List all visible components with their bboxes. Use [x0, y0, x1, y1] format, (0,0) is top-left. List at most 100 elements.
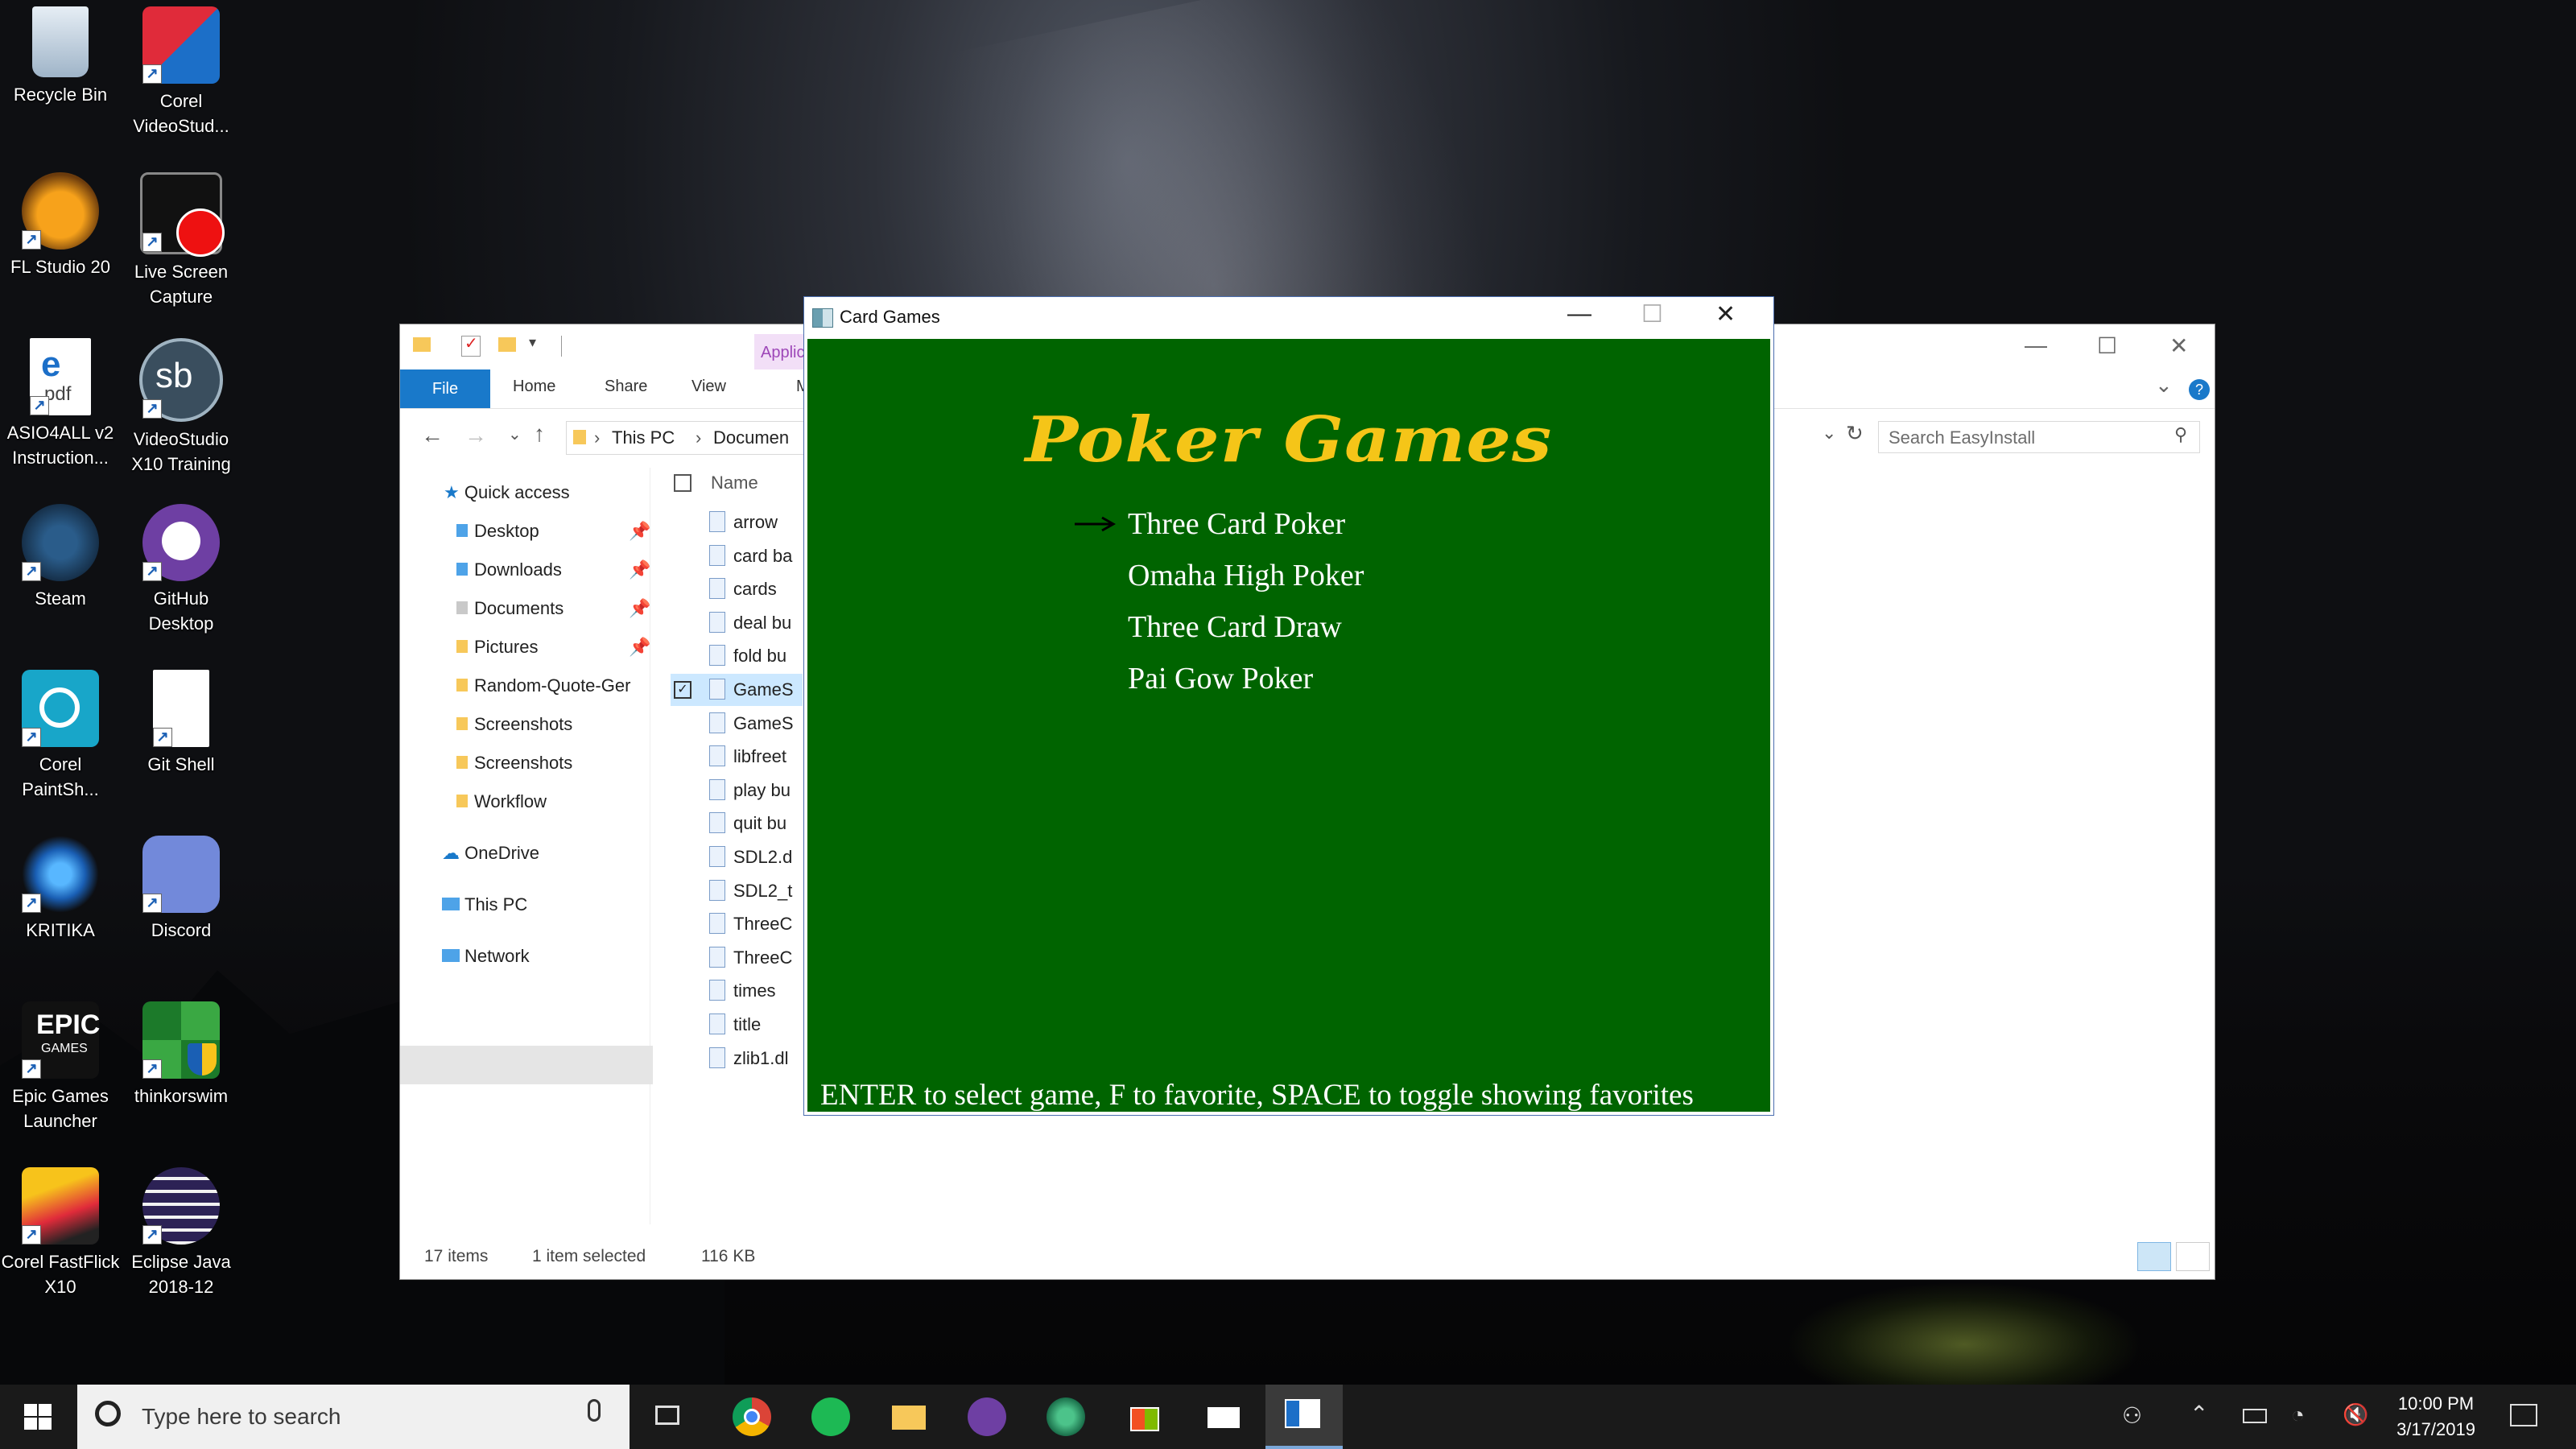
menu-item-three-card-draw[interactable]: Three Card Draw	[1128, 609, 1342, 645]
close-button[interactable]: ✕	[2169, 332, 2188, 359]
file-row[interactable]: SDL2_t	[671, 875, 803, 907]
file-row[interactable]: ✓ GameS	[671, 674, 803, 706]
details-view-icon[interactable]	[2137, 1242, 2171, 1271]
wifi-icon[interactable]: ◔	[2291, 1402, 2305, 1428]
kritika-icon: ↗	[22, 836, 99, 913]
game-maximize-button[interactable]: ☐	[1641, 300, 1663, 328]
file-row[interactable]: deal bu	[671, 607, 803, 639]
desktop-icon-discord[interactable]: ↗ Discord	[121, 836, 242, 943]
nav-item-downloads[interactable]: Downloads 📌	[456, 559, 650, 580]
tab-view[interactable]: View	[691, 378, 726, 396]
atom-like-icon[interactable]	[1046, 1397, 1085, 1436]
refresh-icon[interactable]: ↻	[1846, 421, 1864, 446]
desktop-icon-corel-paintshop[interactable]: ↗ Corel PaintSh...	[0, 670, 121, 802]
taskbar-search[interactable]: Type here to search	[77, 1385, 630, 1449]
file-row[interactable]: times	[671, 975, 803, 1007]
file-row[interactable]: play bu	[671, 774, 803, 807]
store-icon[interactable]	[1125, 1397, 1164, 1436]
game-minimize-button[interactable]: —	[1567, 300, 1591, 328]
nav-item-workflow[interactable]: Workflow	[456, 791, 547, 812]
customize-toolbar-icon[interactable]: ▾	[529, 334, 536, 351]
properties-icon[interactable]: ✓	[461, 335, 481, 357]
file-explorer-icon[interactable]	[889, 1397, 927, 1436]
nav-network[interactable]: Network	[442, 946, 530, 967]
menu-item-three-card-poker[interactable]: Three Card Poker	[1128, 506, 1345, 542]
desktop-icon-fl-studio[interactable]: ↗ FL Studio 20	[0, 172, 121, 279]
volume-muted-icon[interactable]: 🔇	[2343, 1402, 2368, 1427]
file-row[interactable]: quit bu	[671, 807, 803, 840]
clock[interactable]: 10:00 PM 3/17/2019	[2372, 1391, 2500, 1443]
select-all-checkbox[interactable]	[674, 474, 691, 492]
menu-item-pai-gow-poker[interactable]: Pai Gow Poker	[1128, 661, 1313, 696]
row-checkbox[interactable]: ✓	[674, 681, 691, 699]
notifications-icon[interactable]	[2510, 1404, 2537, 1426]
tab-file[interactable]: File	[400, 369, 490, 408]
desktop-icon-kritika[interactable]: ↗ KRITIKA	[0, 836, 121, 943]
file-row[interactable]: ThreeC	[671, 908, 803, 940]
corel-fastflick-icon: ↗	[22, 1167, 99, 1245]
large-icons-view-icon[interactable]	[2176, 1242, 2210, 1271]
forward-icon[interactable]: →	[464, 423, 487, 448]
nav-item-pictures[interactable]: Pictures 📌	[456, 637, 650, 658]
desktop-icon-asio4all[interactable]: e pdf ↗ ASIO4ALL v2 Instruction...	[0, 338, 121, 470]
github-desktop-icon[interactable]	[968, 1397, 1006, 1436]
desktop-icon-videostudio-training[interactable]: sb ↗ VideoStudio X10 Training	[121, 338, 242, 477]
desktop-icon-eclipse[interactable]: ↗ Eclipse Java 2018-12	[121, 1167, 242, 1299]
file-row[interactable]: arrow	[671, 506, 803, 539]
card-games-window[interactable]: Card Games — ☐ ✕ Poker Games Three Card …	[803, 296, 1774, 1116]
mail-icon[interactable]	[1204, 1397, 1243, 1436]
file-row[interactable]: card ba	[671, 540, 803, 572]
minimize-button[interactable]: —	[2025, 332, 2047, 358]
game-canvas[interactable]: Poker Games Three Card Poker Omaha High …	[807, 339, 1770, 1112]
tab-share[interactable]: Share	[605, 378, 647, 396]
battery-icon[interactable]	[2243, 1409, 2267, 1423]
file-row[interactable]: libfreet	[671, 741, 803, 773]
expand-ribbon-icon[interactable]: ⌄	[2155, 373, 2173, 398]
help-icon[interactable]: ?	[2189, 379, 2210, 400]
desktop-icon-git-shell[interactable]: ↗ Git Shell	[121, 670, 242, 777]
desktop-icon-github-desktop[interactable]: ↗ GitHub Desktop	[121, 504, 242, 636]
file-row[interactable]: title	[671, 1009, 803, 1041]
desktop-icon-corel-fastflick[interactable]: ↗ Corel FastFlick X10	[0, 1167, 121, 1299]
recent-locations-icon[interactable]: ⌄	[508, 424, 522, 444]
desktop-icon-corel-videostudio[interactable]: ↗ Corel VideoStud...	[121, 6, 242, 138]
microphone-icon[interactable]	[588, 1399, 601, 1422]
nav-this-pc[interactable]: This PC	[442, 894, 527, 915]
nav-quick-access[interactable]: ★ Quick access	[444, 482, 570, 503]
file-row[interactable]: SDL2.d	[671, 841, 803, 873]
nav-item-documents[interactable]: Documents 📌	[456, 598, 650, 619]
desktop-icon-live-screen-capture[interactable]: ↗ Live Screen Capture	[121, 172, 242, 309]
desktop-icon-recycle-bin[interactable]: Recycle Bin	[0, 6, 121, 107]
back-icon[interactable]: ←	[421, 423, 444, 448]
people-icon[interactable]: ⚇	[2122, 1402, 2142, 1429]
file-row[interactable]: zlib1.dl	[671, 1042, 803, 1075]
desktop-icon-epic-games[interactable]: EPIC GAMES ↗ Epic Games Launcher	[0, 1001, 121, 1133]
search-icon[interactable]: ⚲	[2174, 424, 2187, 445]
nav-item-screenshots-2[interactable]: Screenshots	[456, 753, 572, 774]
task-view-icon[interactable]	[650, 1397, 689, 1436]
maximize-button[interactable]: ☐	[2097, 332, 2117, 359]
desktop-icon-steam[interactable]: ↗ Steam	[0, 504, 121, 611]
nav-item-desktop[interactable]: Desktop 📌	[456, 521, 650, 542]
file-row[interactable]: ThreeC	[671, 942, 803, 974]
nav-item-random-quote[interactable]: Random-Quote-Ger	[456, 675, 630, 696]
game-close-button[interactable]: ✕	[1715, 300, 1736, 328]
search-input[interactable]: Search EasyInstall	[1878, 421, 2200, 453]
menu-item-omaha-high-poker[interactable]: Omaha High Poker	[1128, 558, 1364, 593]
file-row[interactable]: cards	[671, 573, 803, 605]
chrome-icon[interactable]	[733, 1397, 771, 1436]
nav-item-screenshots[interactable]: Screenshots	[456, 714, 572, 735]
file-row[interactable]: GameS	[671, 708, 803, 740]
taskbar-card-games-active[interactable]	[1265, 1385, 1343, 1449]
tab-home[interactable]: Home	[513, 378, 555, 396]
up-icon[interactable]: ↑	[534, 421, 545, 447]
show-hidden-icons-icon[interactable]: ⌃	[2190, 1401, 2208, 1427]
breadcrumb-this-pc[interactable]: This PC	[612, 422, 675, 454]
file-icon	[709, 611, 725, 633]
start-button[interactable]	[0, 1385, 77, 1449]
nav-onedrive[interactable]: ☁ OneDrive	[442, 843, 539, 864]
spotify-icon[interactable]	[811, 1397, 850, 1436]
file-row[interactable]: fold bu	[671, 640, 803, 672]
new-folder-icon[interactable]	[498, 337, 516, 352]
desktop-icon-thinkorswim[interactable]: ↗ thinkorswim	[121, 1001, 242, 1108]
